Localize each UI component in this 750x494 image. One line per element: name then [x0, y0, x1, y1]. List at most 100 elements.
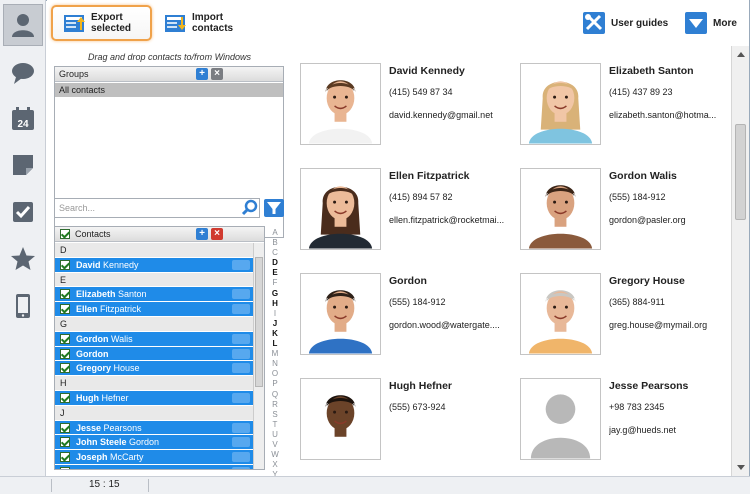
export-selected-button[interactable]: Export selected — [51, 5, 152, 41]
contact-email[interactable]: jay.g@hueds.net — [609, 425, 724, 435]
contact-card[interactable]: David Kennedy (415) 549 87 34 david.kenned… — [294, 46, 504, 146]
contact-card[interactable]: Gregory House (365) 884-911 greg.house@mym… — [514, 256, 724, 356]
import-contacts-button[interactable]: Import contacts — [164, 5, 233, 41]
alphabet-letter[interactable]: L — [267, 339, 283, 349]
scroll-up-arrow[interactable] — [737, 52, 745, 57]
contact-checkbox[interactable] — [60, 289, 70, 300]
search-input[interactable]: Search... — [54, 198, 260, 218]
toolbar: Export selected Import contacts User guide… — [47, 0, 749, 46]
alphabet-letter[interactable]: X — [267, 460, 283, 470]
nav-contacts-button[interactable] — [3, 4, 43, 46]
contact-card[interactable]: Gordon (555) 184-912 gordon.wood@watergate… — [294, 256, 504, 356]
alphabet-letter[interactable]: O — [267, 369, 283, 379]
list-item[interactable]: Ellen Fitzpatrick — [55, 302, 254, 317]
contact-checkbox[interactable] — [60, 466, 70, 469]
alphabet-letter[interactable]: G — [267, 289, 283, 299]
alphabet-letter[interactable]: M — [267, 349, 283, 359]
add-contact-button[interactable]: + — [196, 228, 208, 240]
alphabet-letter[interactable]: B — [267, 238, 283, 248]
contact-phone[interactable]: (555) 184-912 — [609, 192, 666, 202]
alphabet-letter[interactable]: F — [267, 278, 283, 288]
search-icon[interactable] — [241, 199, 259, 217]
list-item[interactable]: David Kennedy — [55, 257, 254, 273]
contact-checkbox[interactable] — [60, 348, 70, 359]
nav-tasks-button[interactable] — [3, 191, 43, 233]
group-item-all-contacts[interactable]: All contacts — [55, 83, 283, 97]
alphabet-letter[interactable]: A — [267, 228, 283, 238]
contact-email[interactable]: elizabeth.santon@hotma... — [609, 110, 724, 120]
contact-checkbox[interactable] — [60, 304, 70, 315]
contacts-scrollbar-thumb[interactable] — [255, 257, 263, 387]
cards-scrollbar[interactable] — [731, 46, 749, 476]
contact-checkbox[interactable] — [60, 422, 70, 433]
alphabet-letter[interactable]: J — [267, 319, 283, 329]
alphabet-letter[interactable]: P — [267, 379, 283, 389]
contact-email[interactable]: ellen.fitzpatrick@rocketmai... — [389, 215, 507, 225]
alphabet-letter[interactable]: W — [267, 450, 283, 460]
alphabet-letter[interactable]: I — [267, 309, 283, 319]
filter-icon[interactable] — [264, 199, 284, 217]
contact-tag-badge — [232, 289, 250, 300]
scroll-down-arrow[interactable] — [737, 465, 745, 470]
contact-phone[interactable]: +98 783 2345 — [609, 402, 664, 412]
contact-card[interactable]: Elizabeth Santon (415) 437 89 23 elizabeth… — [514, 46, 724, 146]
alphabet-letter[interactable]: V — [267, 440, 283, 450]
contact-checkbox[interactable] — [60, 392, 70, 403]
nav-chat-button[interactable] — [3, 52, 43, 94]
contact-card[interactable]: Ellen Fitzpatrick (415) 894 57 82 ellen.fi… — [294, 151, 504, 251]
contact-phone[interactable]: (555) 184-912 — [389, 297, 446, 307]
nav-phone-button[interactable] — [3, 285, 43, 327]
contacts-scrollbar[interactable] — [253, 243, 264, 469]
list-item[interactable]: Gregory House — [55, 361, 254, 377]
list-item[interactable]: Elizabeth Santon — [55, 287, 254, 303]
delete-group-button[interactable]: × — [211, 68, 223, 80]
alphabet-letter[interactable]: T — [267, 420, 283, 430]
contact-checkbox[interactable] — [60, 437, 70, 448]
alphabet-letter[interactable]: R — [267, 400, 283, 410]
alphabet-letter[interactable]: E — [267, 268, 283, 278]
contact-checkbox[interactable] — [60, 452, 70, 463]
nav-favorites-button[interactable] — [3, 238, 43, 280]
alphabet-letter[interactable]: S — [267, 410, 283, 420]
list-item[interactable]: Hugh Hefner — [55, 390, 254, 406]
contact-first-name: John Steele — [76, 437, 127, 448]
contact-email[interactable]: david.kennedy@gmail.net — [389, 110, 507, 120]
contact-checkbox[interactable] — [60, 363, 70, 374]
list-item[interactable]: John Steele Gordon — [55, 435, 254, 451]
list-item[interactable]: Gordon — [55, 346, 254, 362]
alphabet-letter[interactable]: Q — [267, 390, 283, 400]
contact-checkbox[interactable] — [60, 259, 70, 270]
alphabet-letter[interactable]: N — [267, 359, 283, 369]
alphabet-letter[interactable]: H — [267, 299, 283, 309]
user-guides-button[interactable]: User guides — [583, 5, 668, 41]
contact-phone[interactable]: (555) 673-924 — [389, 402, 446, 412]
contact-card[interactable]: Gordon Walis (555) 184-912 gordon@pasler.o… — [514, 151, 724, 251]
alphabet-letter[interactable]: U — [267, 430, 283, 440]
nav-calendar-button[interactable]: 24 — [3, 98, 43, 140]
contact-phone[interactable]: (415) 437 89 23 — [609, 87, 673, 97]
contact-first-name: Joseph — [76, 452, 108, 463]
contact-card[interactable]: Hugh Hefner (555) 673-924 — [294, 361, 504, 461]
contact-email[interactable]: gordon@pasler.org — [609, 215, 724, 225]
contact-phone[interactable]: (365) 884-911 — [609, 297, 665, 307]
contact-checkbox[interactable] — [60, 333, 70, 344]
list-item[interactable]: Joseph McCarty — [55, 450, 254, 465]
contact-phone[interactable]: (415) 894 57 82 — [389, 192, 453, 202]
add-group-button[interactable]: + — [196, 68, 208, 80]
alphabet-letter[interactable]: K — [267, 329, 283, 339]
list-item[interactable] — [55, 464, 254, 469]
contact-first-name: Gordon — [76, 348, 109, 359]
contact-phone[interactable]: (415) 549 87 34 — [389, 87, 453, 97]
list-item[interactable]: Jesse Pearsons — [55, 420, 254, 436]
select-all-checkbox[interactable] — [60, 229, 70, 239]
nav-notes-button[interactable] — [3, 144, 43, 186]
list-item[interactable]: Gordon Walis — [55, 331, 254, 347]
alphabet-letter[interactable]: D — [267, 258, 283, 268]
alphabet-letter[interactable]: C — [267, 248, 283, 258]
contact-email[interactable]: greg.house@mymail.org — [609, 320, 724, 330]
contact-card[interactable]: Jesse Pearsons +98 783 2345 jay.g@hueds.ne… — [514, 361, 724, 461]
delete-contact-button[interactable]: × — [211, 228, 223, 240]
more-button[interactable]: More — [685, 5, 737, 41]
contact-email[interactable]: gordon.wood@watergate.... — [389, 320, 507, 330]
cards-scrollbar-thumb[interactable] — [735, 124, 746, 220]
